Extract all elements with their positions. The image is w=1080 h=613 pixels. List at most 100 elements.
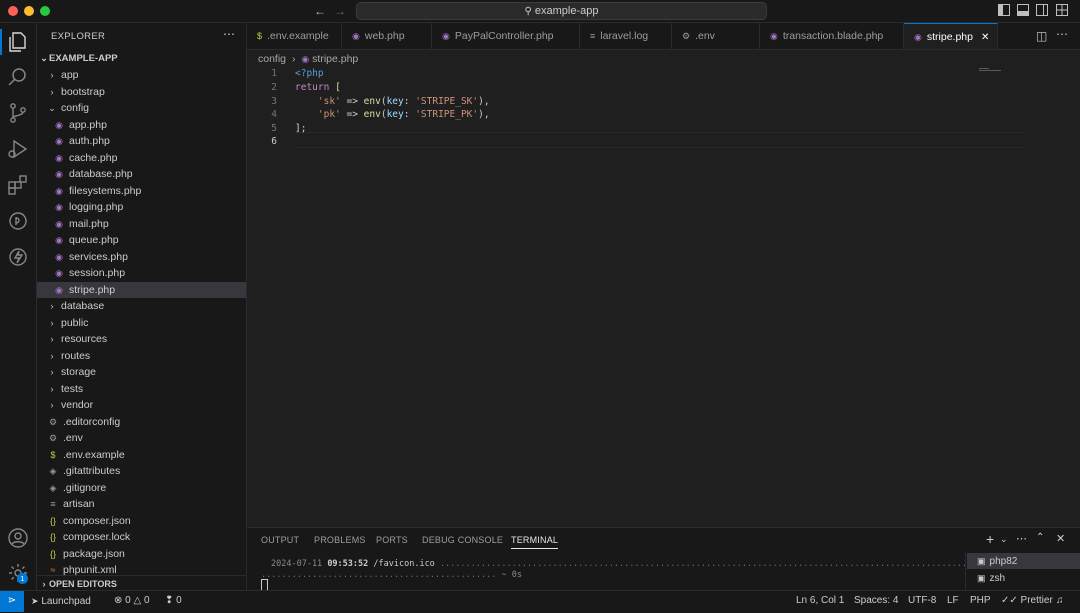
remote-explorer-icon[interactable] xyxy=(6,209,30,233)
toggle-primary-sidebar-icon[interactable] xyxy=(997,4,1011,18)
tree-file[interactable]: ◉ mail.php xyxy=(37,216,246,232)
code-editor[interactable]: 1 2 3 4 5 6 <?php return [ 'sk' => env(k… xyxy=(247,66,1080,526)
tree-file[interactable]: ◉ filesystems.php xyxy=(37,183,246,199)
tab-output[interactable]: OUTPUT xyxy=(261,535,299,545)
panel-more-actions-icon[interactable]: ⋯ xyxy=(1016,532,1027,545)
new-terminal-icon[interactable]: + xyxy=(986,531,994,547)
cursor-position[interactable]: Ln 6, Col 1 xyxy=(796,591,844,611)
editor-tab[interactable]: ◉ transaction.blade.php xyxy=(760,23,904,49)
chevron-right-icon: › xyxy=(50,317,54,328)
eol-status[interactable]: LF xyxy=(947,591,959,611)
terminal-instance-zsh[interactable]: ▣ zsh xyxy=(967,570,1080,586)
maximize-panel-icon[interactable]: ⌃ xyxy=(1036,532,1044,543)
tree-item-label: package.json xyxy=(63,547,125,560)
tree-file[interactable]: ◉ services.php xyxy=(37,249,246,265)
tree-file[interactable]: ◉ auth.php xyxy=(37,133,246,149)
prettier-status[interactable]: ✓✓ Prettier xyxy=(1001,591,1053,611)
tree-file[interactable]: {} package.json xyxy=(37,546,246,562)
close-tab-icon[interactable]: ✕ xyxy=(981,32,989,43)
editor-tab[interactable]: ◉ stripe.php ✕ xyxy=(904,23,998,49)
accounts-icon[interactable] xyxy=(6,526,30,550)
tab-problems[interactable]: PROBLEMS xyxy=(314,535,366,545)
explorer-icon[interactable] xyxy=(6,30,30,54)
tree-file[interactable]: ◉ database.php xyxy=(37,166,246,182)
editor-tab[interactable]: ◉ PayPalController.php xyxy=(432,23,580,49)
line-number: 4 xyxy=(271,109,277,120)
notifications-bell-icon[interactable]: ♫ xyxy=(1056,591,1064,611)
customize-layout-icon[interactable] xyxy=(1055,4,1069,18)
editor-tab[interactable]: ◉ web.php xyxy=(342,23,432,49)
tree-folder[interactable]: › public xyxy=(37,315,246,331)
problems-status[interactable]: ⊗ 0 △ 0 xyxy=(114,591,150,611)
close-window-button[interactable] xyxy=(8,6,18,16)
terminal-dropdown-icon[interactable]: ⌄ xyxy=(1000,534,1008,545)
ports-status[interactable]: ❢ 0 xyxy=(165,591,182,611)
tree-file[interactable]: {} composer.lock xyxy=(37,529,246,545)
launchpad-label: Launchpad xyxy=(41,596,91,607)
extensions-icon[interactable] xyxy=(6,173,30,197)
toggle-panel-icon[interactable] xyxy=(1016,4,1030,18)
editor-more-actions-icon[interactable]: ⋯ xyxy=(1056,27,1068,41)
code-line-3: 'sk' => env(key: 'STRIPE_SK'), xyxy=(317,96,490,107)
breadcrumb-file[interactable]: stripe.php xyxy=(312,53,358,65)
tree-file[interactable]: ◉ cache.php xyxy=(37,150,246,166)
editor-tab[interactable]: ⚙ .env xyxy=(672,23,760,49)
tree-file[interactable]: ◉ logging.php xyxy=(37,199,246,215)
command-center-search[interactable]: ⚲ example-app xyxy=(356,2,767,20)
tree-item-label: composer.json xyxy=(63,514,131,527)
launchpad-button[interactable]: ➤ Launchpad xyxy=(31,591,91,612)
workspace-root-label: EXAMPLE-APP xyxy=(49,53,118,64)
split-editor-icon[interactable]: ◫ xyxy=(1036,29,1047,43)
workspace-root[interactable]: ⌄EXAMPLE-APP xyxy=(37,50,246,66)
tree-file[interactable]: ◉ stripe.php xyxy=(37,281,246,298)
tree-folder[interactable]: › database xyxy=(37,298,246,314)
tree-file[interactable]: ◉ app.php xyxy=(37,117,246,133)
tree-file[interactable]: ◉ queue.php xyxy=(37,232,246,248)
back-arrow-icon[interactable]: ← xyxy=(313,4,327,18)
run-debug-icon[interactable] xyxy=(6,137,30,161)
tree-file[interactable]: {} composer.json xyxy=(37,513,246,529)
editor-tab-label: web.php xyxy=(364,30,405,42)
source-control-icon[interactable] xyxy=(6,101,30,125)
json-file-icon: {} xyxy=(49,548,56,559)
forward-arrow-icon[interactable]: → xyxy=(333,4,347,18)
tab-ports[interactable]: PORTS xyxy=(376,535,408,545)
tree-folder[interactable]: › storage xyxy=(37,364,246,380)
tree-file[interactable]: ⚙ .env xyxy=(37,430,246,446)
tree-file[interactable]: ≡ artisan xyxy=(37,496,246,512)
close-panel-icon[interactable]: ✕ xyxy=(1056,532,1065,545)
remote-indicator-icon[interactable]: ⋗ xyxy=(0,591,24,612)
tree-folder[interactable]: › resources xyxy=(37,331,246,347)
terminal-instance-php82[interactable]: ▣ php82 xyxy=(967,553,1080,569)
tree-folder[interactable]: › tests xyxy=(37,381,246,397)
tree-folder[interactable]: › vendor xyxy=(37,397,246,413)
encoding-status[interactable]: UTF-8 xyxy=(908,591,936,611)
tree-folder[interactable]: › bootstrap xyxy=(37,84,246,100)
indentation-status[interactable]: Spaces: 4 xyxy=(854,591,898,611)
tab-terminal[interactable]: TERMINAL xyxy=(511,535,559,549)
tree-folder[interactable]: › routes xyxy=(37,348,246,364)
maximize-window-button[interactable] xyxy=(40,6,50,16)
editor-tab[interactable]: $ .env.example xyxy=(247,23,342,49)
language-status[interactable]: PHP xyxy=(970,591,991,611)
toggle-secondary-sidebar-icon[interactable] xyxy=(1035,4,1049,18)
tree-file[interactable]: ◈ .gitignore xyxy=(37,480,246,496)
editor-tab-label: .env.example xyxy=(267,30,329,42)
tree-folder[interactable]: › app xyxy=(37,67,246,83)
minimize-window-button[interactable] xyxy=(24,6,34,16)
explorer-more-actions[interactable]: ⋯ xyxy=(223,27,235,41)
tree-file[interactable]: ◈ .gitattributes xyxy=(37,463,246,479)
breadcrumb-folder[interactable]: config xyxy=(258,53,286,65)
tree-file[interactable]: ◉ session.php xyxy=(37,265,246,281)
tab-debug-console[interactable]: DEBUG CONSOLE xyxy=(422,535,503,545)
git-file-icon: ◈ xyxy=(49,466,57,476)
text-file-icon: ≡ xyxy=(590,31,596,41)
lightning-extension-icon[interactable] xyxy=(6,245,30,269)
broadcast-icon: ❢ xyxy=(165,595,174,606)
tree-file[interactable]: $ .env.example xyxy=(37,447,246,463)
search-icon[interactable] xyxy=(6,65,30,89)
minimap[interactable] xyxy=(979,68,1005,72)
tree-folder[interactable]: ⌄ config xyxy=(37,100,246,116)
tree-file[interactable]: ⚙ .editorconfig xyxy=(37,414,246,430)
editor-tab[interactable]: ≡ laravel.log xyxy=(580,23,672,49)
